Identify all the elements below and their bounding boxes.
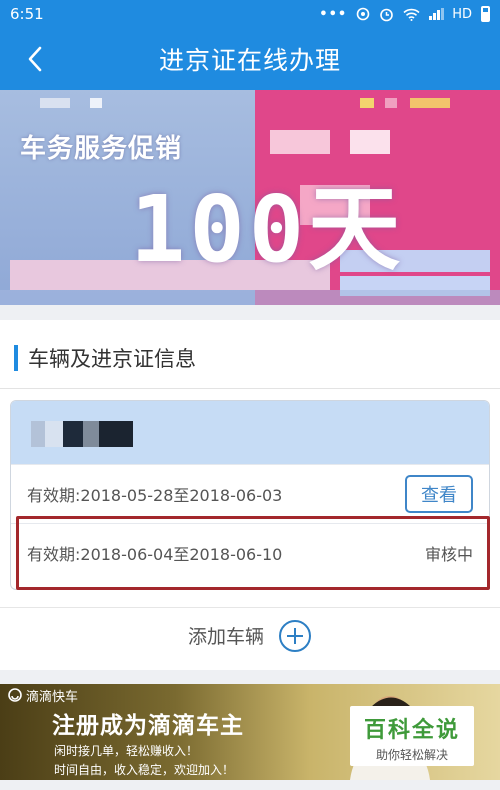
battery-icon bbox=[481, 6, 490, 22]
divider bbox=[0, 388, 500, 389]
more-dots-icon: ••• bbox=[319, 6, 348, 22]
app-screen: 6:51 ••• HD 进京证在线办理 车务服务促销 100天 车辆及进京证信息… bbox=[0, 0, 500, 790]
permit-validity: 有效期:2018-05-28至2018-06-03 bbox=[27, 485, 283, 505]
section-accent-bar bbox=[14, 345, 18, 371]
view-button[interactable]: 查看 bbox=[405, 474, 473, 513]
status-bar: 6:51 ••• HD bbox=[0, 0, 500, 28]
permit-status: 审核中 bbox=[424, 544, 473, 564]
ad-headline: 注册成为滴滴车主 bbox=[52, 713, 244, 739]
section-header: 车辆及进京证信息 bbox=[0, 338, 196, 378]
status-time: 6:51 bbox=[10, 5, 44, 23]
chevron-left-icon[interactable] bbox=[20, 42, 54, 76]
watermark-title: 百科全说 bbox=[363, 718, 460, 743]
add-vehicle-label: 添加车辆 bbox=[187, 626, 264, 648]
add-vehicle-button[interactable]: 添加车辆 bbox=[0, 607, 500, 663]
wifi-icon bbox=[403, 8, 420, 21]
banner-big-text: 100天 bbox=[130, 176, 405, 283]
permit-row: 有效期:2018-06-04至2018-06-10 审核中 bbox=[11, 523, 489, 581]
permit-validity: 有效期:2018-06-04至2018-06-10 bbox=[27, 544, 283, 564]
ad-line1: 闲时接几单，轻松赚收入！ bbox=[54, 744, 199, 758]
vehicle-card-header bbox=[11, 401, 489, 464]
vehicle-card: 有效期:2018-05-28至2018-06-03 查看 有效期:2018-06… bbox=[10, 400, 490, 590]
alarm-icon bbox=[380, 8, 394, 21]
section-title: 车辆及进京证信息 bbox=[28, 347, 196, 371]
plus-circle-icon bbox=[279, 619, 311, 652]
status-icons: ••• HD bbox=[319, 6, 490, 22]
title-bar: 进京证在线办理 bbox=[0, 28, 500, 90]
promo-banner[interactable]: 车务服务促销 100天 bbox=[0, 90, 500, 305]
license-plate-redacted bbox=[31, 421, 133, 447]
watermark-logo: 百科全说 助你轻松解决 bbox=[350, 706, 474, 766]
ad-line2: 时间自由，收入稳定，欢迎加入！ bbox=[54, 763, 235, 777]
watermark-subtitle: 助你轻松解决 bbox=[375, 748, 448, 762]
ad-brand: 滴滴快车 bbox=[26, 690, 79, 705]
permit-row: 有效期:2018-05-28至2018-06-03 查看 bbox=[11, 464, 489, 522]
signal-icon bbox=[429, 8, 445, 20]
didi-logo-icon bbox=[8, 688, 22, 702]
bottom-strip bbox=[0, 780, 500, 790]
page-title: 进京证在线办理 bbox=[158, 46, 341, 75]
location-icon bbox=[356, 7, 370, 21]
network-type: HD bbox=[452, 6, 472, 22]
vehicle-permit-section: 车辆及进京证信息 有效期:2018-05-28至2018-06-03 查看 有效… bbox=[0, 320, 500, 670]
